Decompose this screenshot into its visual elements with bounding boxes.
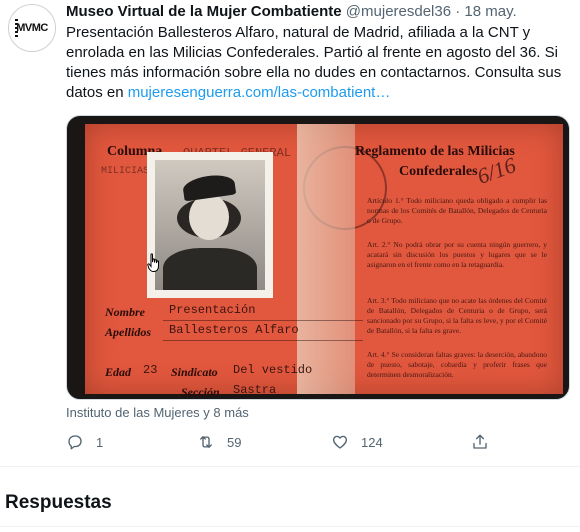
tweet-link[interactable]: mujeresenguerra.com/las-combatient… xyxy=(128,84,391,101)
author-name[interactable]: Museo Virtual de la Mujer Combatiente xyxy=(66,3,342,20)
like-icon xyxy=(332,435,348,449)
regulation-subtitle: Confederales xyxy=(399,164,478,179)
replies-divider xyxy=(0,526,580,527)
retweet-icon xyxy=(200,436,212,448)
retweet-button[interactable]: 59 xyxy=(197,428,241,456)
section-divider xyxy=(0,466,580,467)
hand-cursor-icon xyxy=(147,253,159,272)
article-1: Artículo 1.° Todo miliciano queda obliga… xyxy=(367,196,547,225)
section-label: Sección xyxy=(181,385,220,399)
section-value: Sastra xyxy=(233,383,277,397)
tweet-date[interactable]: 18 may. xyxy=(464,3,516,20)
tape-strip xyxy=(297,124,355,394)
tweet-actions: 1 59 124 xyxy=(0,428,580,456)
name-value: Presentación xyxy=(169,303,256,317)
share-button[interactable] xyxy=(471,428,489,456)
retweet-count: 59 xyxy=(227,434,242,450)
article-4: Art. 4.° Se consideran faltas graves: la… xyxy=(367,350,547,379)
separator-dot: · xyxy=(455,3,461,20)
tweet-image[interactable]: Columna QUARTEL GENERAL MILICIAS CONFEDE… xyxy=(66,115,570,400)
tweet-header: Museo Virtual de la Mujer Combatiente @m… xyxy=(66,2,517,22)
union-label: Sindicato xyxy=(171,365,218,379)
portrait-photo xyxy=(147,152,273,298)
article-3: Art. 3.° Todo miliciano que no acate las… xyxy=(367,296,547,335)
regulation-title: Reglamento de las Milicias xyxy=(355,144,515,159)
tweet[interactable]: MVMC Museo Virtual de la Mujer Combatien… xyxy=(0,0,580,466)
reply-count: 1 xyxy=(96,434,104,450)
name-label: Nombre xyxy=(105,305,145,319)
surname-value: Ballesteros Alfaro xyxy=(169,323,299,337)
logo-bars xyxy=(15,19,18,39)
tweet-text: Presentación Ballesteros Alfaro, natural… xyxy=(66,23,566,103)
avatar[interactable]: MVMC xyxy=(8,4,56,52)
avatar-logo-text: MVMC xyxy=(16,22,48,34)
media-attribution[interactable]: Instituto de las Mujeres y 8 más xyxy=(66,405,249,421)
union-value: Del vestido xyxy=(233,363,313,377)
like-button[interactable]: 124 xyxy=(331,428,383,456)
author-handle[interactable]: @mujeresdel36 xyxy=(346,3,451,20)
age-value: 23 xyxy=(143,363,158,377)
replies-heading: Respuestas xyxy=(5,492,112,513)
reply-icon xyxy=(68,435,82,450)
surname-label: Apellidos xyxy=(105,325,152,339)
reply-button[interactable]: 1 xyxy=(66,428,103,456)
age-label: Edad xyxy=(105,365,132,379)
like-count: 124 xyxy=(361,434,383,450)
share-icon xyxy=(473,434,487,449)
article-2: Art. 2.° No podrá obrar por su cuenta ni… xyxy=(367,240,547,269)
